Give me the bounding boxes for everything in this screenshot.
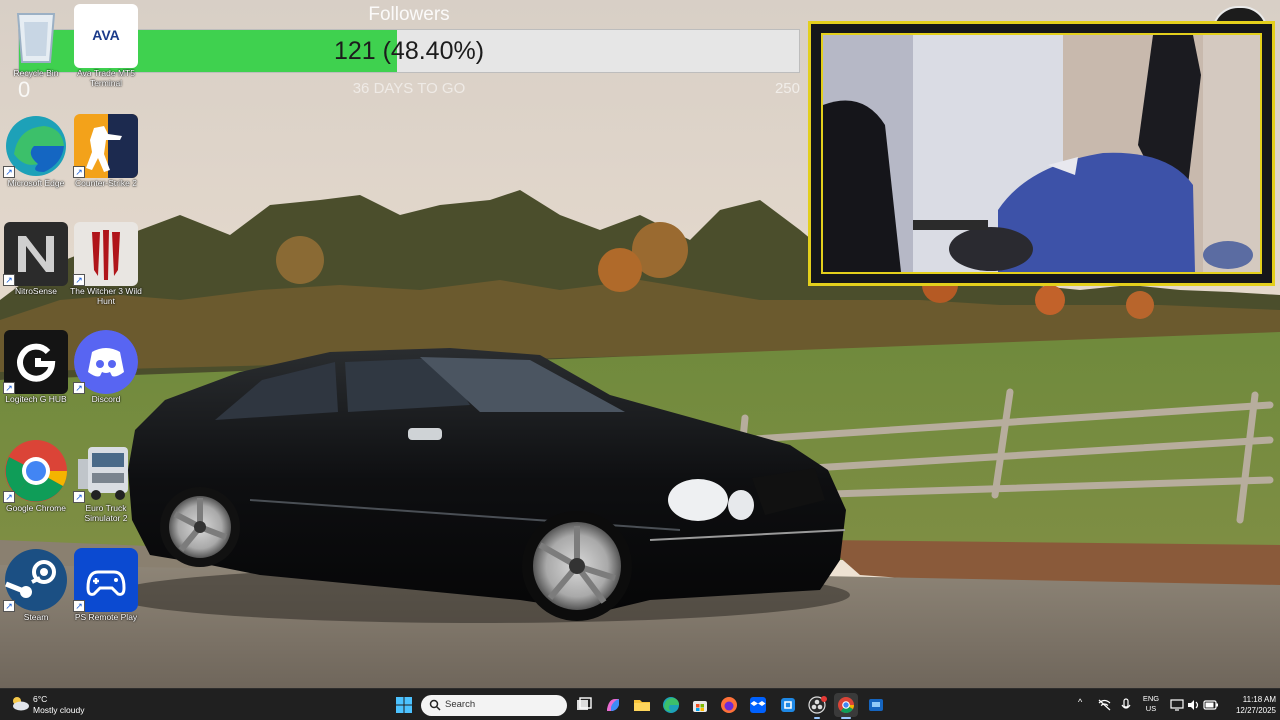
edge-icon [663, 697, 679, 713]
shortcut-arrow-icon: ↗ [3, 600, 15, 612]
clock-time: 11:18 AM [1242, 695, 1276, 704]
shortcut-arrow-icon: ↗ [73, 491, 85, 503]
windows-icon [396, 697, 412, 713]
language-indicator[interactable]: ENG US [1138, 694, 1164, 714]
clock-date: 12/27/2025 [1235, 706, 1276, 715]
copilot-button[interactable] [601, 693, 625, 717]
taskbar: 6°C Mostly cloudy Search ^ ENG US 11:18 … [0, 688, 1280, 720]
desktop-icon-ava-trade[interactable]: AVA Ava Trade MT5 Terminal [71, 0, 141, 106]
app-button[interactable] [776, 693, 800, 717]
display-icon[interactable] [1170, 699, 1184, 711]
desktop-icon-euro-truck[interactable]: ↗ Euro Truck Simulator 2 [71, 435, 141, 541]
desktop-icon-discord[interactable]: ↗ Discord [71, 326, 141, 432]
webcam-feed [821, 33, 1262, 274]
shortcut-arrow-icon: ↗ [3, 274, 15, 286]
search-icon [429, 699, 441, 711]
desktop-icon-label: Logitech G HUB [5, 394, 67, 404]
desktop-icon-microsoft-edge[interactable]: ↗ Microsoft Edge [1, 110, 71, 216]
edge-taskbar-button[interactable] [659, 693, 683, 717]
shortcut-arrow-icon: ↗ [3, 382, 15, 394]
desktop-icon-recycle-bin[interactable]: Recycle Bin [1, 0, 71, 106]
network-off-icon[interactable] [1098, 699, 1111, 711]
desktop-icon-label: NitroSense [14, 286, 58, 296]
firefox-button[interactable] [717, 693, 741, 717]
desktop-icon-witcher[interactable]: ↗ The Witcher 3 Wild Hunt [70, 218, 142, 324]
store-icon [693, 701, 707, 712]
cloudy-icon [13, 697, 29, 711]
svg-text:AVA: AVA [92, 27, 119, 43]
shortcut-arrow-icon: ↗ [73, 382, 85, 394]
start-button[interactable] [392, 693, 416, 717]
desktop-icon-label: Ava Trade MT5 Terminal [77, 68, 135, 88]
running-indicator [814, 717, 820, 719]
task-view-icon [577, 697, 592, 710]
language-code: ENG [1142, 694, 1160, 703]
taskbar-clock[interactable]: 11:18 AM 12/27/2025 [1222, 694, 1276, 716]
battery-icon[interactable] [1203, 699, 1219, 711]
desktop-icon-label: Euro Truck Simulator 2 [84, 503, 128, 523]
firefox-icon [721, 697, 737, 713]
ava-trade-icon: AVA [74, 4, 138, 68]
desktop-icon-ps-remote-play[interactable]: ↗ PS Remote Play [71, 544, 141, 650]
shortcut-arrow-icon: ↗ [73, 274, 85, 286]
desktop-icon-label: Discord [91, 394, 121, 404]
weather-condition: Mostly cloudy [33, 705, 85, 715]
dropbox-icon [750, 697, 766, 713]
file-explorer-icon [634, 700, 650, 711]
volume-icon[interactable] [1187, 699, 1201, 711]
desktop-icon-label: Microsoft Edge [7, 178, 65, 188]
store-button[interactable] [688, 693, 712, 717]
copilot-icon [607, 699, 619, 711]
search-placeholder: Search [445, 699, 476, 710]
chrome-taskbar-button[interactable] [834, 693, 858, 719]
desktop-icon-counter-strike[interactable]: ↗ Counter-Strike 2 [71, 110, 141, 216]
app-button-2[interactable] [864, 693, 888, 717]
shortcut-arrow-icon: ↗ [73, 600, 85, 612]
desktop-icon-label: The Witcher 3 Wild Hunt [70, 286, 142, 306]
webcam-overlay [808, 21, 1275, 286]
desktop-icon-logitech[interactable]: ↗ Logitech G HUB [1, 326, 71, 432]
desktop-icon-label: Google Chrome [5, 503, 66, 513]
taskbar-search[interactable]: Search [421, 695, 567, 716]
app-icon [781, 698, 795, 712]
region-code: US [1145, 704, 1157, 713]
chrome-icon [838, 697, 855, 713]
obs-button[interactable] [805, 693, 829, 719]
obs-icon [808, 696, 827, 714]
desktop-icon-label: Recycle Bin [13, 68, 59, 78]
microphone-icon[interactable] [1121, 698, 1131, 712]
show-hidden-icons-button[interactable]: ^ [1078, 697, 1082, 707]
desktop-icon-google-chrome[interactable]: ↗ Google Chrome [1, 435, 71, 541]
file-explorer-button[interactable] [630, 693, 654, 717]
running-indicator [841, 717, 851, 719]
desktop-icon-steam[interactable]: ↗ Steam [1, 544, 71, 650]
desktop-icon-label: Steam [23, 612, 49, 622]
recycle-bin-icon [4, 4, 68, 68]
desktop-icon-label: Counter-Strike 2 [75, 178, 137, 188]
weather-temperature: 6°C [33, 694, 48, 704]
shortcut-arrow-icon: ↗ [3, 166, 15, 178]
app-icon [869, 699, 883, 711]
desktop-icon-label: PS Remote Play [74, 612, 138, 622]
shortcut-arrow-icon: ↗ [73, 166, 85, 178]
dropbox-button[interactable] [746, 693, 770, 717]
desktop-icon-nitrosense[interactable]: ↗ NitroSense [1, 218, 71, 324]
goal-max-label: 250 [774, 80, 800, 97]
task-view-button[interactable] [572, 693, 596, 717]
shortcut-arrow-icon: ↗ [3, 491, 15, 503]
